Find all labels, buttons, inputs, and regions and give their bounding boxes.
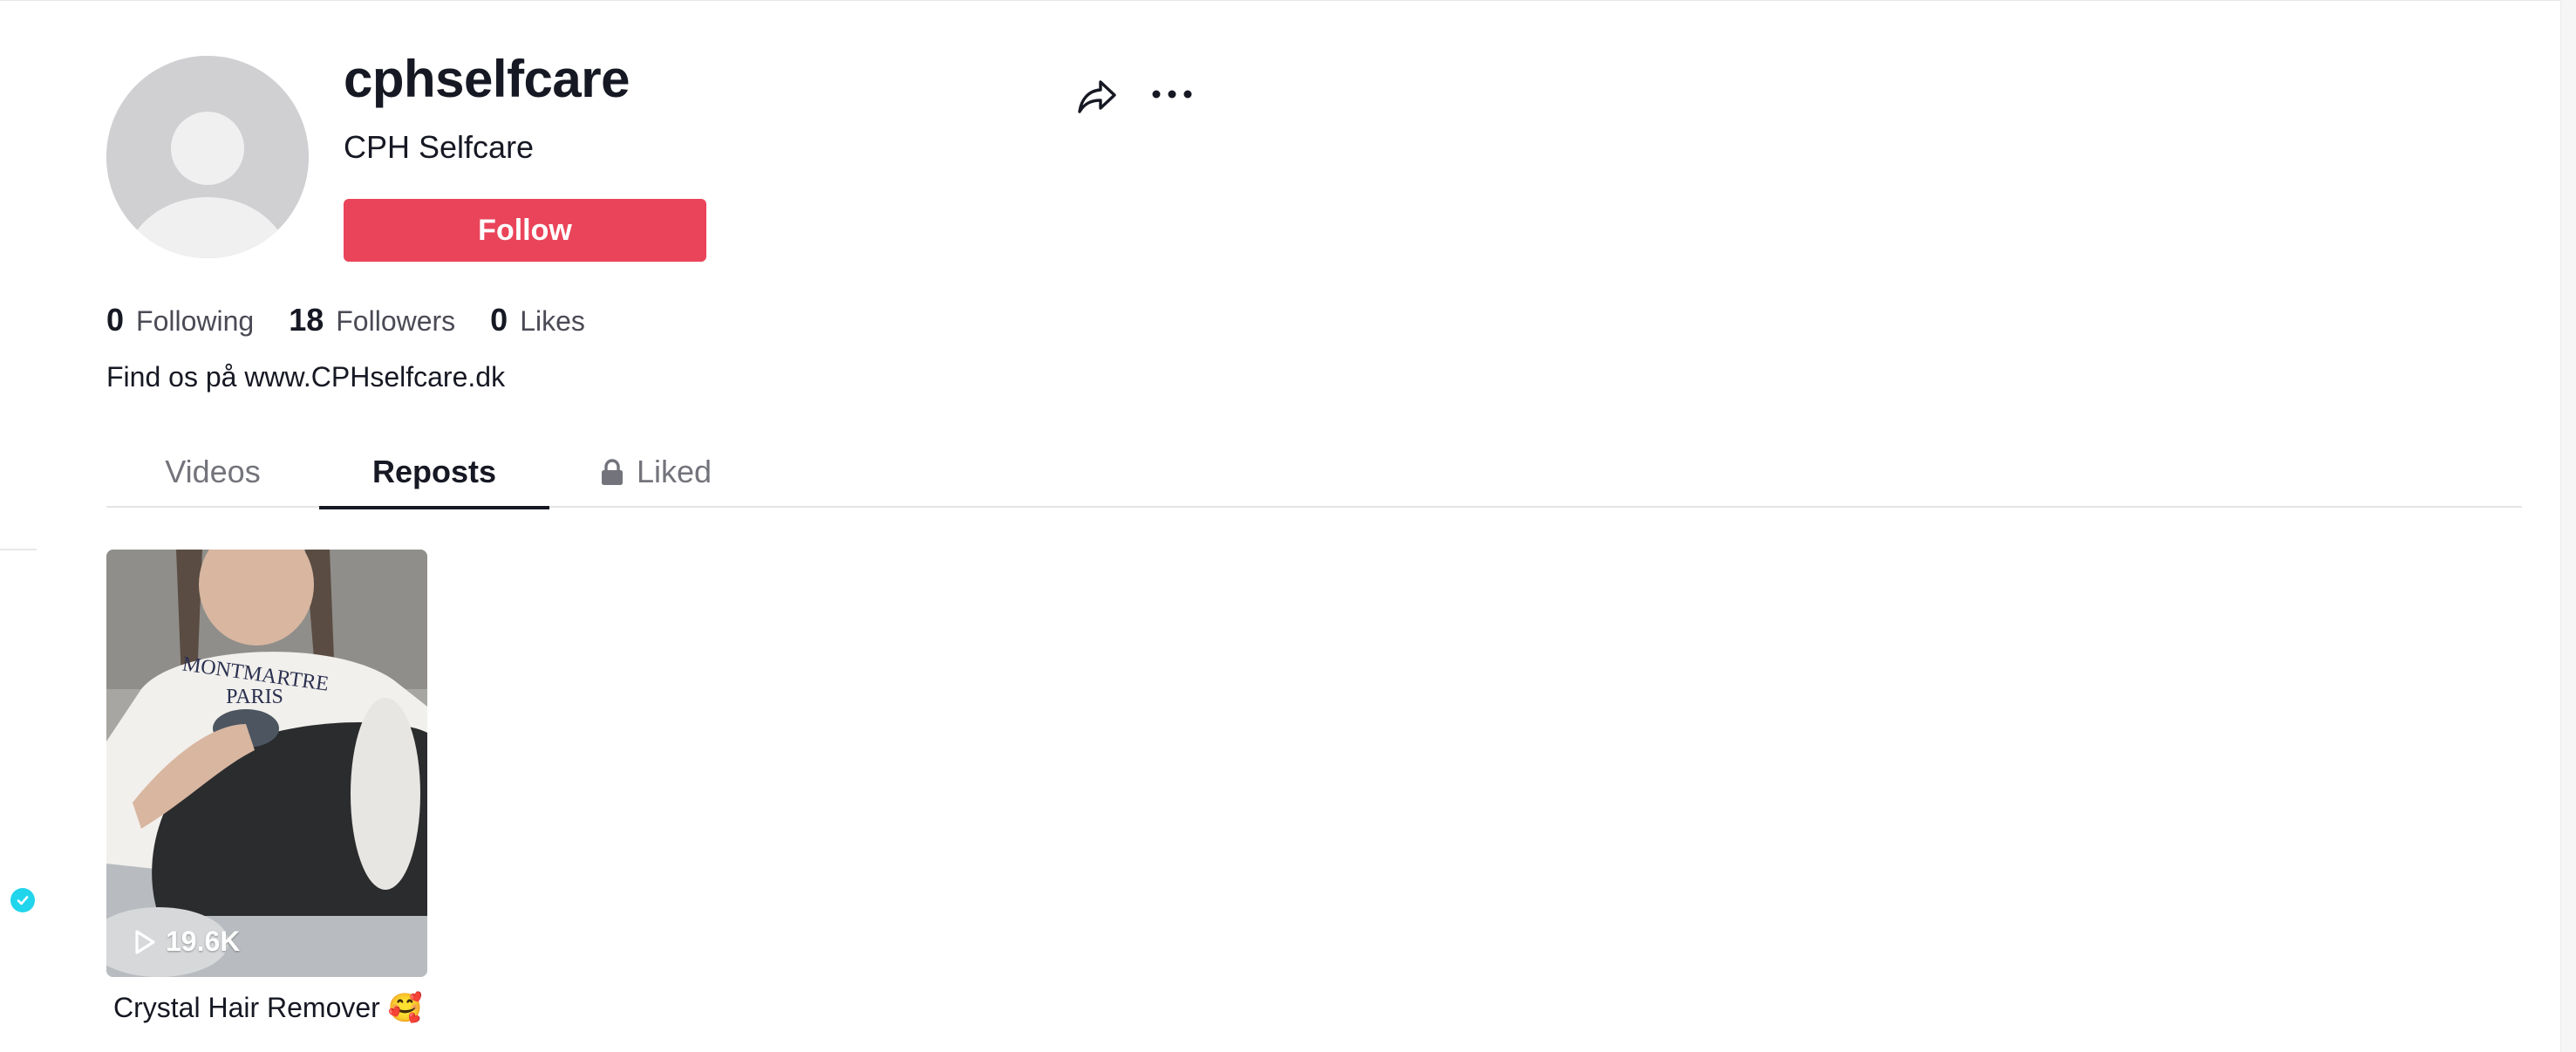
- stat-likes: 0 Likes: [490, 302, 585, 338]
- default-avatar-icon: [106, 56, 309, 258]
- followers-label: Followers: [336, 305, 456, 337]
- video-card[interactable]: MONTMARTRE PARIS 19.6K: [106, 550, 427, 977]
- profile-bio: Find os på www.CPHselfcare.dk: [106, 361, 506, 393]
- tab-videos-label: Videos: [165, 454, 261, 489]
- follow-button[interactable]: Follow: [344, 199, 706, 262]
- active-tab-indicator: [319, 506, 549, 509]
- tab-liked[interactable]: Liked: [549, 436, 762, 508]
- tab-reposts[interactable]: Reposts: [319, 436, 549, 509]
- verified-badge-icon: [10, 888, 35, 912]
- stat-followers[interactable]: 18 Followers: [289, 302, 455, 338]
- scrollbar[interactable]: [2560, 0, 2576, 1052]
- video-view-count: 19.6K: [133, 926, 240, 958]
- tab-liked-label: Liked: [636, 454, 712, 489]
- avatar[interactable]: [106, 56, 309, 258]
- likes-label: Likes: [520, 305, 585, 337]
- play-icon: [133, 928, 157, 956]
- more-icon[interactable]: [1149, 82, 1195, 106]
- profile-stats: 0 Following 18 Followers 0 Likes: [106, 302, 620, 338]
- sidebar-divider: [0, 549, 37, 550]
- profile-tabs: Videos Reposts Liked: [106, 436, 2522, 509]
- following-count: 0: [106, 302, 125, 338]
- share-icon[interactable]: [1074, 73, 1120, 119]
- video-caption[interactable]: Crystal Hair Remover 🥰: [113, 991, 423, 1024]
- view-count-value: 19.6K: [166, 926, 241, 957]
- video-thumbnail: MONTMARTRE PARIS: [106, 550, 427, 977]
- likes-count: 0: [490, 302, 508, 338]
- stat-following[interactable]: 0 Following: [106, 302, 254, 338]
- top-border: [0, 0, 2576, 1]
- username: cphselfcare: [344, 50, 630, 108]
- thumbnail-shirt-text-2: PARIS: [226, 686, 283, 708]
- tab-reposts-label: Reposts: [371, 454, 497, 489]
- nickname: CPH Selfcare: [344, 129, 535, 165]
- followers-count: 18: [289, 302, 324, 338]
- lock-icon: [600, 458, 624, 486]
- tab-videos[interactable]: Videos: [106, 436, 319, 508]
- following-label: Following: [136, 305, 255, 337]
